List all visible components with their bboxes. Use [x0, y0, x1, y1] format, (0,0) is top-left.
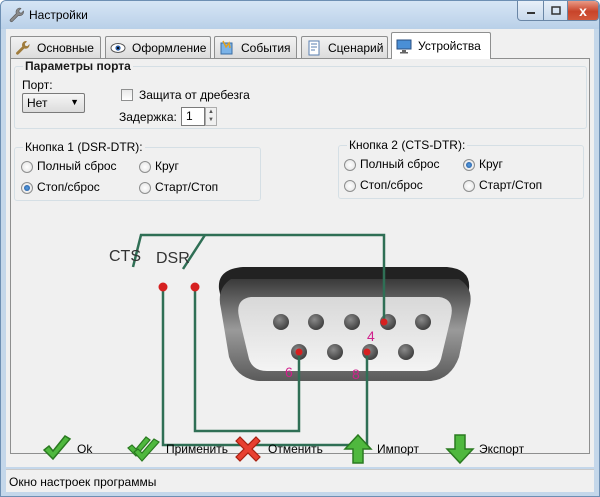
- status-text: Окно настроек программы: [9, 475, 157, 489]
- minimize-icon: [527, 11, 535, 14]
- radio-stop-reset-2[interactable]: [344, 180, 356, 192]
- status-bar: Окно настроек программы: [6, 469, 594, 492]
- maximize-icon: [551, 5, 561, 15]
- debounce-label: Защита от дребезга: [139, 88, 250, 102]
- pin-9: [398, 344, 414, 360]
- port-params-group: Параметры порта Порт: Нет ▼ Защита от др…: [14, 59, 587, 129]
- pin-label-8: 8: [352, 366, 360, 382]
- pin-2: [308, 314, 324, 330]
- tab-script[interactable]: Сценарий: [301, 36, 388, 58]
- radio-start-stop-1[interactable]: [139, 182, 151, 194]
- radio-label: Круг: [155, 159, 179, 173]
- radio-lap-1[interactable]: [139, 161, 151, 173]
- export-label: Экспорт: [479, 442, 525, 456]
- tab-label: Сценарий: [328, 40, 384, 55]
- db9-connector: [218, 267, 471, 381]
- arrow-up-icon: [343, 433, 373, 464]
- client-area: Основные Оформление События Сценарий Уст…: [6, 29, 594, 467]
- radio-label: Стоп/сброс: [37, 180, 100, 194]
- tab-label: Устройства: [418, 39, 481, 53]
- wrench-icon: [9, 7, 24, 22]
- devices-panel: Параметры порта Порт: Нет ▼ Защита от др…: [10, 58, 590, 454]
- tab-label: Оформление: [132, 40, 207, 55]
- cancel-button[interactable]: Отменить: [232, 432, 323, 466]
- close-icon: x: [579, 2, 587, 19]
- tab-general[interactable]: Основные: [10, 36, 101, 58]
- radio-full-reset-1[interactable]: [21, 161, 33, 173]
- pin-label-4: 4: [367, 328, 375, 344]
- window-title: Настройки: [29, 8, 88, 22]
- chevron-down-icon: ▼: [70, 97, 79, 107]
- arrow-down-icon: [445, 434, 475, 465]
- debounce-checkbox[interactable]: [121, 89, 133, 101]
- apply-label: Применить: [166, 442, 229, 456]
- delay-spinner[interactable]: ▲ ▼: [205, 107, 217, 126]
- pin-5: [415, 314, 431, 330]
- ok-label: Ok: [77, 442, 93, 456]
- pin-3: [344, 314, 360, 330]
- ok-button[interactable]: Ok: [41, 432, 92, 466]
- group-title: Кнопка 1 (DSR-DTR):: [23, 140, 145, 154]
- cross-icon: [235, 436, 261, 462]
- close-button[interactable]: x: [567, 1, 599, 21]
- radio-full-reset-2[interactable]: [344, 159, 356, 171]
- port-value: Нет: [27, 96, 48, 110]
- tab-devices[interactable]: Устройства: [391, 32, 491, 59]
- event-icon: [220, 40, 233, 54]
- radio-label: Старт/Стоп: [479, 178, 543, 192]
- minimize-button[interactable]: [517, 1, 545, 21]
- button1-group: Кнопка 1 (DSR-DTR): Полный сброс Круг Ст…: [14, 140, 261, 201]
- radio-stop-reset-1[interactable]: [21, 182, 33, 194]
- tab-label: Основные: [37, 40, 94, 55]
- tab-events[interactable]: События: [214, 36, 297, 58]
- cts-label: CTS: [109, 248, 141, 265]
- pin-label-6: 6: [285, 364, 293, 380]
- script-icon: [308, 40, 320, 55]
- tab-appearance[interactable]: Оформление: [105, 36, 211, 58]
- pin-7: [327, 344, 343, 360]
- radio-label: Старт/Стоп: [155, 180, 219, 194]
- delay-label: Задержка:: [119, 110, 177, 124]
- delay-input[interactable]: 1: [181, 107, 205, 126]
- import-label: Импорт: [377, 442, 419, 456]
- radio-label: Полный сброс: [37, 159, 117, 173]
- eye-icon: [110, 42, 126, 53]
- group-title: Параметры порта: [23, 59, 133, 73]
- port-select[interactable]: Нет ▼: [22, 93, 85, 113]
- monitor-icon: [396, 39, 412, 54]
- dsr-label: DSR: [156, 250, 190, 267]
- radio-label: Полный сброс: [360, 157, 440, 171]
- checkmark-icon: [42, 435, 72, 461]
- button2-group: Кнопка 2 (CTS-DTR): Полный сброс Круг Ст…: [338, 138, 584, 199]
- import-button[interactable]: Импорт: [343, 432, 419, 466]
- pin-1: [273, 314, 289, 330]
- settings-window: Настройки x Основные Оформление События: [0, 0, 600, 497]
- group-title: Кнопка 2 (CTS-DTR):: [347, 138, 468, 152]
- wiring-diagram: CTS DSR 4 6 8: [109, 233, 471, 447]
- radio-label: Стоп/сброс: [360, 178, 423, 192]
- radio-start-stop-2[interactable]: [463, 180, 475, 192]
- action-bar: Ok Применить Отменить Импорт Экспорт: [6, 432, 594, 467]
- radio-label: Круг: [479, 157, 503, 171]
- tab-label: События: [241, 40, 291, 55]
- title-bar[interactable]: Настройки x: [1, 1, 599, 29]
- apply-button[interactable]: Применить: [126, 432, 228, 466]
- maximize-button[interactable]: [543, 1, 569, 21]
- export-button[interactable]: Экспорт: [445, 432, 524, 466]
- wrench-icon: [16, 40, 30, 55]
- port-label: Порт:: [22, 78, 53, 92]
- cancel-label: Отменить: [268, 442, 323, 456]
- double-checkmark-icon: [127, 436, 160, 462]
- radio-lap-2[interactable]: [463, 159, 475, 171]
- delay-value: 1: [186, 109, 193, 123]
